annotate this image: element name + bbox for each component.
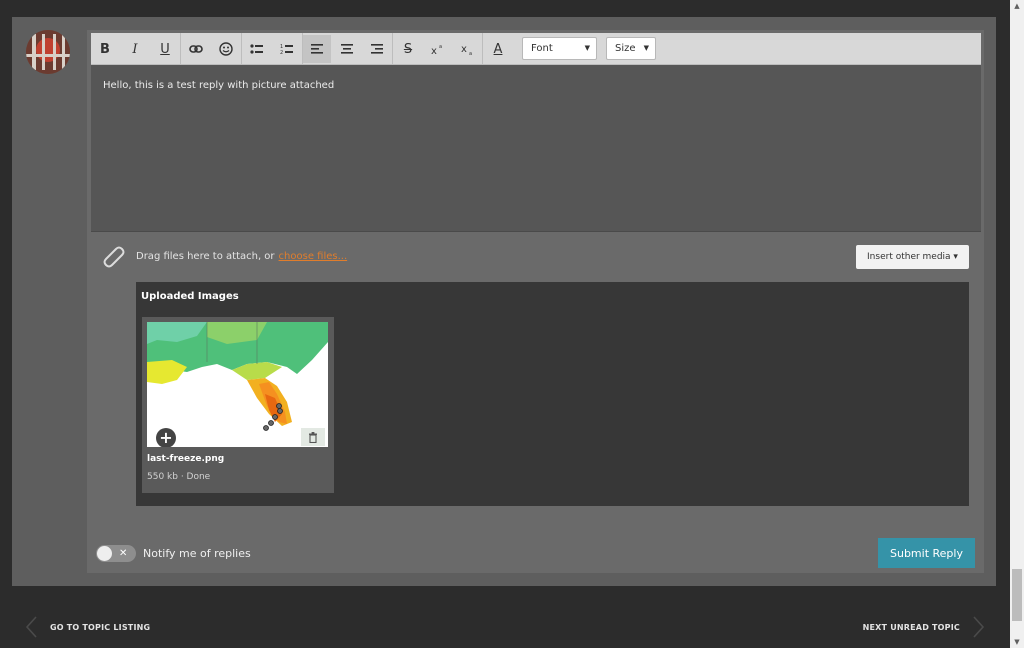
chevron-left-icon [25,616,37,638]
toggle-knob [97,545,112,561]
scroll-up-icon[interactable]: ▲ [1010,0,1024,12]
attach-instructions: Drag files here to attach, or [136,250,275,262]
emoji-icon[interactable] [212,35,240,63]
svg-text:a: a [439,44,442,50]
next-unread-topic-link[interactable]: NEXT UNREAD TOPIC [863,614,986,640]
svg-text:x: x [461,44,467,55]
subscript-icon[interactable]: xa [454,35,482,63]
align-center-icon[interactable] [333,35,361,63]
toolbar-divider [392,33,393,64]
font-select-label: Font [531,43,553,54]
link-icon[interactable] [182,35,210,63]
choose-files-link[interactable]: choose files... [279,251,348,262]
notify-toggle[interactable]: ✕ [96,544,136,562]
size-select-label: Size [615,43,636,54]
add-image-icon[interactable]: + [156,428,176,447]
reply-textarea[interactable]: Hello, this is a test reply with picture… [91,65,981,232]
toolbar-divider [482,33,483,64]
uploaded-images-panel: Uploaded Images + last-freeze.png 550 kb… [136,282,969,506]
svg-text:a: a [469,51,472,55]
next-nav-label: NEXT UNREAD TOPIC [862,622,960,632]
attach-dropzone[interactable]: Drag files here to attach, or choose fil… [100,244,347,268]
chevron-down-icon: ▼ [643,44,649,52]
prev-nav-label: GO TO TOPIC LISTING [50,622,151,632]
trash-icon[interactable] [301,428,325,446]
size-select[interactable]: Size ▼ [606,37,656,60]
uploaded-file-meta: 550 kb · Done [147,472,211,482]
toolbar-divider [180,33,181,64]
bullet-list-icon[interactable] [243,35,271,63]
notify-label: Notify me of replies [143,546,251,560]
underline-icon[interactable]: U [151,35,179,63]
font-select[interactable]: Font ▼ [522,37,597,60]
bold-icon[interactable]: B [91,35,119,63]
insert-other-media-button[interactable]: Insert other media ▾ [856,245,969,269]
svg-text:2: 2 [280,50,283,55]
chevron-down-icon: ▼ [584,44,590,52]
paperclip-icon [100,244,126,268]
go-to-topic-listing-link[interactable]: GO TO TOPIC LISTING [24,614,150,640]
svg-text:x: x [431,46,437,55]
align-right-icon[interactable] [363,35,391,63]
user-avatar[interactable] [26,30,70,74]
text-color-icon[interactable]: A [484,35,512,63]
numbered-list-icon[interactable]: 12 [273,35,301,63]
uploaded-file-name: last-freeze.png [147,454,225,464]
chevron-right-icon [973,616,985,638]
uploaded-images-title: Uploaded Images [141,291,239,302]
align-left-icon[interactable] [303,35,331,63]
italic-icon[interactable]: I [121,35,149,63]
superscript-icon[interactable]: xa [424,35,452,63]
uploaded-image-card[interactable]: + last-freeze.png 550 kb · Done [142,317,334,493]
scrollbar-thumb[interactable] [1012,569,1022,621]
notify-replies-toggle-row[interactable]: ✕ Notify me of replies [96,544,251,562]
scroll-down-icon[interactable]: ▼ [1010,636,1024,648]
strikethrough-icon[interactable]: S [394,35,422,63]
toolbar-divider [241,33,242,64]
page-scrollbar[interactable] [1010,0,1024,648]
submit-reply-button[interactable]: Submit Reply [878,538,975,568]
reply-content: Hello, this is a test reply with picture… [103,80,335,91]
map-thumbnail-image: + [147,322,328,447]
close-icon: ✕ [119,547,128,559]
editor-toolbar: B I U 12 S xa xa A Font ▼ Size ▼ [91,33,981,65]
